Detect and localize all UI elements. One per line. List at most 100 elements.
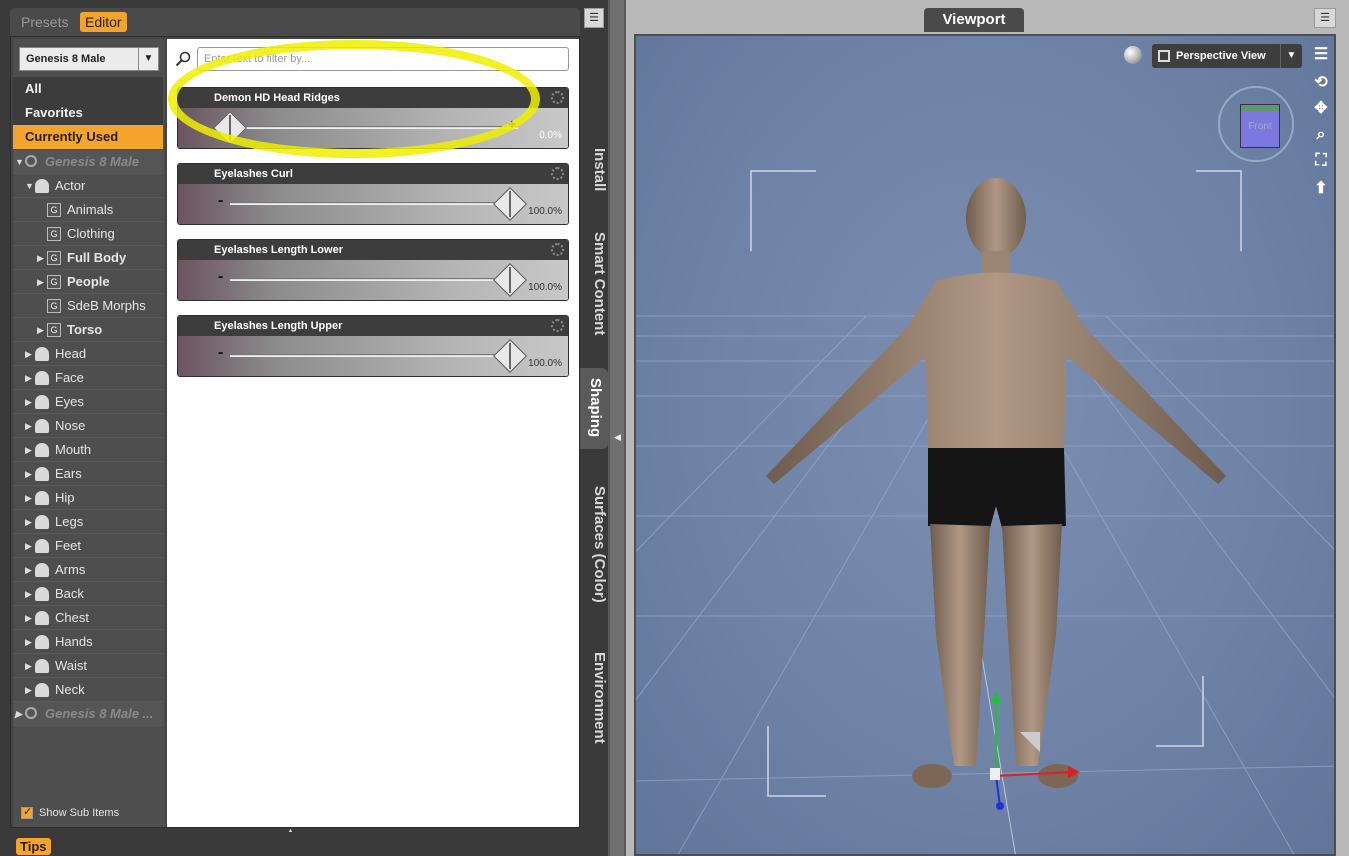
slider-knob[interactable] bbox=[493, 187, 527, 221]
tab-presets[interactable]: Presets bbox=[16, 12, 73, 32]
gear-icon[interactable] bbox=[551, 167, 564, 180]
gear-icon[interactable] bbox=[551, 319, 564, 332]
frame-icon[interactable]: ⛶ bbox=[1310, 150, 1332, 172]
expand-right-icon[interactable]: ▶ bbox=[25, 630, 32, 654]
expand-right-icon[interactable]: ▶ bbox=[25, 414, 32, 438]
property-slider[interactable]: Eyelashes Curl - 100.0% bbox=[177, 163, 569, 225]
draw-style-sphere-icon[interactable] bbox=[1124, 46, 1142, 64]
slider-body[interactable]: - 100.0% bbox=[178, 260, 568, 300]
tree-item[interactable]: ▶ Face bbox=[13, 366, 163, 390]
slider-knob[interactable] bbox=[493, 263, 527, 297]
minus-icon[interactable]: - bbox=[218, 268, 223, 286]
tree-item[interactable]: ▶ Ears bbox=[13, 462, 163, 486]
tree-item[interactable]: ▶ Chest bbox=[13, 606, 163, 630]
tab-smart-content[interactable]: Smart Content bbox=[580, 228, 608, 335]
viewport-menu-icon[interactable]: ☰ bbox=[1314, 8, 1336, 28]
expand-right-icon[interactable]: ▶ bbox=[25, 606, 32, 630]
expand-down-icon[interactable]: ▼ bbox=[25, 174, 34, 198]
expand-right-icon[interactable]: ▶ bbox=[25, 510, 32, 534]
figure-select[interactable]: Genesis 8 Male ▼ bbox=[19, 47, 159, 71]
expand-right-icon[interactable]: ▶ bbox=[25, 582, 32, 606]
expand-right-icon[interactable]: ▶ bbox=[25, 462, 32, 486]
tree-item[interactable]: ▶ Head bbox=[13, 342, 163, 366]
filter-input[interactable]: Enter text to filter by... bbox=[197, 47, 569, 71]
expand-right-icon[interactable]: ▶ bbox=[25, 342, 32, 366]
chevron-down-icon[interactable]: ▼ bbox=[138, 48, 158, 70]
slider-track[interactable] bbox=[230, 202, 518, 205]
tab-environment[interactable]: Environment bbox=[580, 648, 608, 744]
tree-item[interactable]: ▶ Genesis 8 Male ... bbox=[13, 702, 163, 726]
slider-track[interactable] bbox=[230, 278, 518, 281]
chevron-down-icon[interactable]: ▼ bbox=[1280, 44, 1302, 68]
tab-shaping[interactable]: Shaping bbox=[580, 368, 608, 450]
expand-right-icon[interactable]: ▶ bbox=[37, 246, 44, 270]
slider-track[interactable] bbox=[230, 354, 518, 357]
tab-install[interactable]: Install bbox=[580, 144, 608, 191]
tree-item[interactable]: ▶ Hip bbox=[13, 486, 163, 510]
viewport-tab[interactable]: Viewport bbox=[924, 8, 1024, 32]
tree-item[interactable]: ▶ Nose bbox=[13, 414, 163, 438]
filter-currently-used[interactable]: Currently Used bbox=[13, 125, 163, 149]
reset-view-icon[interactable]: ⬆ bbox=[1310, 178, 1332, 200]
tree-item[interactable]: ▶ Hands bbox=[13, 630, 163, 654]
expand-right-icon[interactable]: ▶ bbox=[37, 270, 44, 294]
filter-favorites[interactable]: Favorites bbox=[13, 101, 163, 125]
tree-item[interactable]: ▶ Eyes bbox=[13, 390, 163, 414]
expand-right-icon[interactable]: ▶ bbox=[25, 654, 32, 678]
slider-body[interactable]: - 100.0% bbox=[178, 184, 568, 224]
pane-splitter[interactable]: ◀ bbox=[608, 0, 626, 856]
expand-right-icon[interactable]: ▶ bbox=[25, 438, 32, 462]
plus-icon[interactable]: + bbox=[508, 116, 516, 132]
tree-item[interactable]: ▶ Mouth bbox=[13, 438, 163, 462]
expand-right-icon[interactable]: ▶ bbox=[25, 534, 32, 558]
expand-right-icon[interactable]: ▶ bbox=[25, 366, 32, 390]
tree-item[interactable]: ▶ Arms bbox=[13, 558, 163, 582]
expand-right-icon[interactable]: ▶ bbox=[25, 486, 32, 510]
camera-select[interactable]: Perspective View ▼ bbox=[1152, 44, 1302, 68]
tips-tab[interactable]: Tips bbox=[16, 838, 51, 855]
tree-item[interactable]: ▼ Actor bbox=[13, 174, 163, 198]
view-cube[interactable]: Front bbox=[1218, 86, 1294, 162]
tree-item[interactable]: ▼ Genesis 8 Male bbox=[13, 150, 163, 174]
tree-item[interactable]: ▶ Legs bbox=[13, 510, 163, 534]
expand-right-icon[interactable]: ▶ bbox=[25, 678, 32, 702]
checkbox-icon[interactable] bbox=[21, 805, 33, 819]
slider-value[interactable]: 100.0% bbox=[528, 206, 562, 217]
slider-value[interactable]: 100.0% bbox=[528, 358, 562, 369]
slider-value[interactable]: 100.0% bbox=[528, 282, 562, 293]
view-cube-face[interactable]: Front bbox=[1240, 104, 1280, 148]
splitter-arrow-icon[interactable]: ◀ bbox=[614, 432, 621, 443]
tree-item[interactable]: G Clothing bbox=[13, 222, 163, 246]
minus-icon[interactable]: - bbox=[218, 192, 223, 210]
tree-item[interactable]: ▶ G People bbox=[13, 270, 163, 294]
property-slider[interactable]: Eyelashes Length Upper - 100.0% bbox=[177, 315, 569, 377]
tree-item[interactable]: G Animals bbox=[13, 198, 163, 222]
expand-right-icon[interactable]: ▶ bbox=[25, 558, 32, 582]
expand-down-icon[interactable]: ▼ bbox=[15, 150, 24, 174]
tree-item[interactable]: ▶ G Full Body bbox=[13, 246, 163, 270]
expand-right-icon[interactable]: ▶ bbox=[37, 318, 44, 342]
orbit-icon[interactable]: ⟲ bbox=[1310, 72, 1332, 94]
tab-editor[interactable]: Editor bbox=[80, 12, 127, 32]
slider-body[interactable]: -+0.0% bbox=[178, 108, 568, 148]
search-icon[interactable] bbox=[175, 51, 191, 67]
slider-value[interactable]: 0.0% bbox=[539, 130, 562, 141]
tab-surfaces[interactable]: Surfaces (Color) bbox=[580, 482, 608, 603]
tree-item[interactable]: ▶ Feet bbox=[13, 534, 163, 558]
gear-icon[interactable] bbox=[551, 91, 564, 104]
tree-item[interactable]: ▶ G Torso bbox=[13, 318, 163, 342]
minus-icon[interactable]: - bbox=[218, 344, 223, 362]
slider-body[interactable]: - 100.0% bbox=[178, 336, 568, 376]
viewport-options-icon[interactable]: ☰ bbox=[1310, 44, 1332, 66]
3d-viewport[interactable]: Perspective View ▼ ☰ ⟲ ✥ ⌕ ⛶ ⬆ Front bbox=[634, 34, 1336, 856]
expand-right-icon[interactable]: ▶ bbox=[15, 702, 22, 726]
pane-menu-icon[interactable]: ☰ bbox=[584, 8, 604, 28]
tree-item[interactable]: ▶ Back bbox=[13, 582, 163, 606]
slider-track[interactable] bbox=[230, 126, 518, 129]
gear-icon[interactable] bbox=[551, 243, 564, 256]
pan-icon[interactable]: ✥ bbox=[1310, 98, 1332, 120]
expand-right-icon[interactable]: ▶ bbox=[25, 390, 32, 414]
tree-item[interactable]: G SdeB Morphs bbox=[13, 294, 163, 318]
filter-all[interactable]: All bbox=[13, 77, 163, 101]
property-slider[interactable]: Demon HD Head Ridges -+0.0% bbox=[177, 87, 569, 149]
